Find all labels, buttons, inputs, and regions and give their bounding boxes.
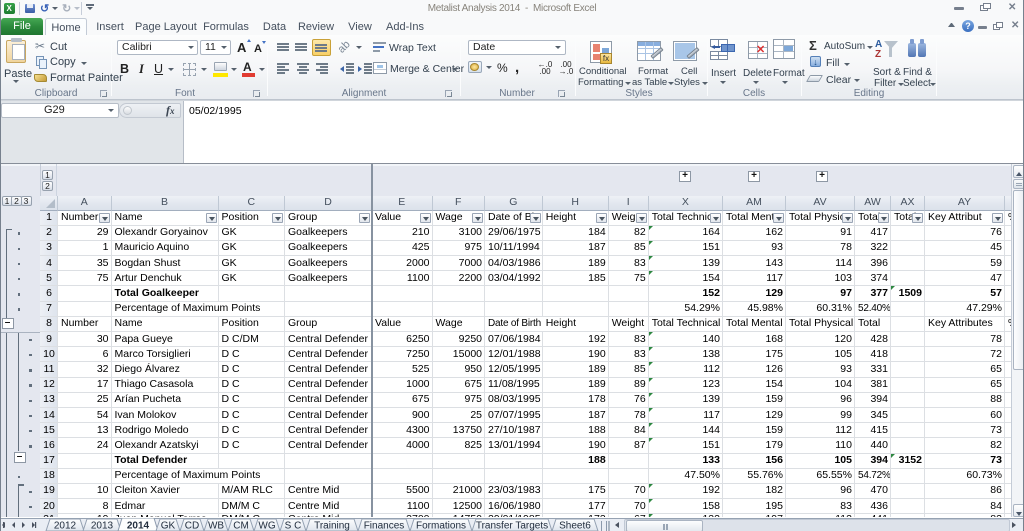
svg-text:CD: CD [185,521,199,531]
svg-text:2013: 2013 [91,521,114,531]
svg-text:Finances: Finances [364,521,405,531]
svg-text:Transfer Targets: Transfer Targets [476,521,548,531]
svg-text:Formations: Formations [416,521,466,531]
svg-text:Sheet6: Sheet6 [559,521,591,531]
svg-text:2012: 2012 [54,521,77,531]
svg-text:WB: WB [208,521,224,531]
svg-text:CM: CM [233,521,249,531]
svg-text:WG: WG [258,521,275,531]
svg-text:GK: GK [161,521,176,531]
svg-text:2014: 2014 [127,521,150,531]
svg-text:S C: S C [285,521,302,531]
svg-text:Training: Training [314,521,350,531]
